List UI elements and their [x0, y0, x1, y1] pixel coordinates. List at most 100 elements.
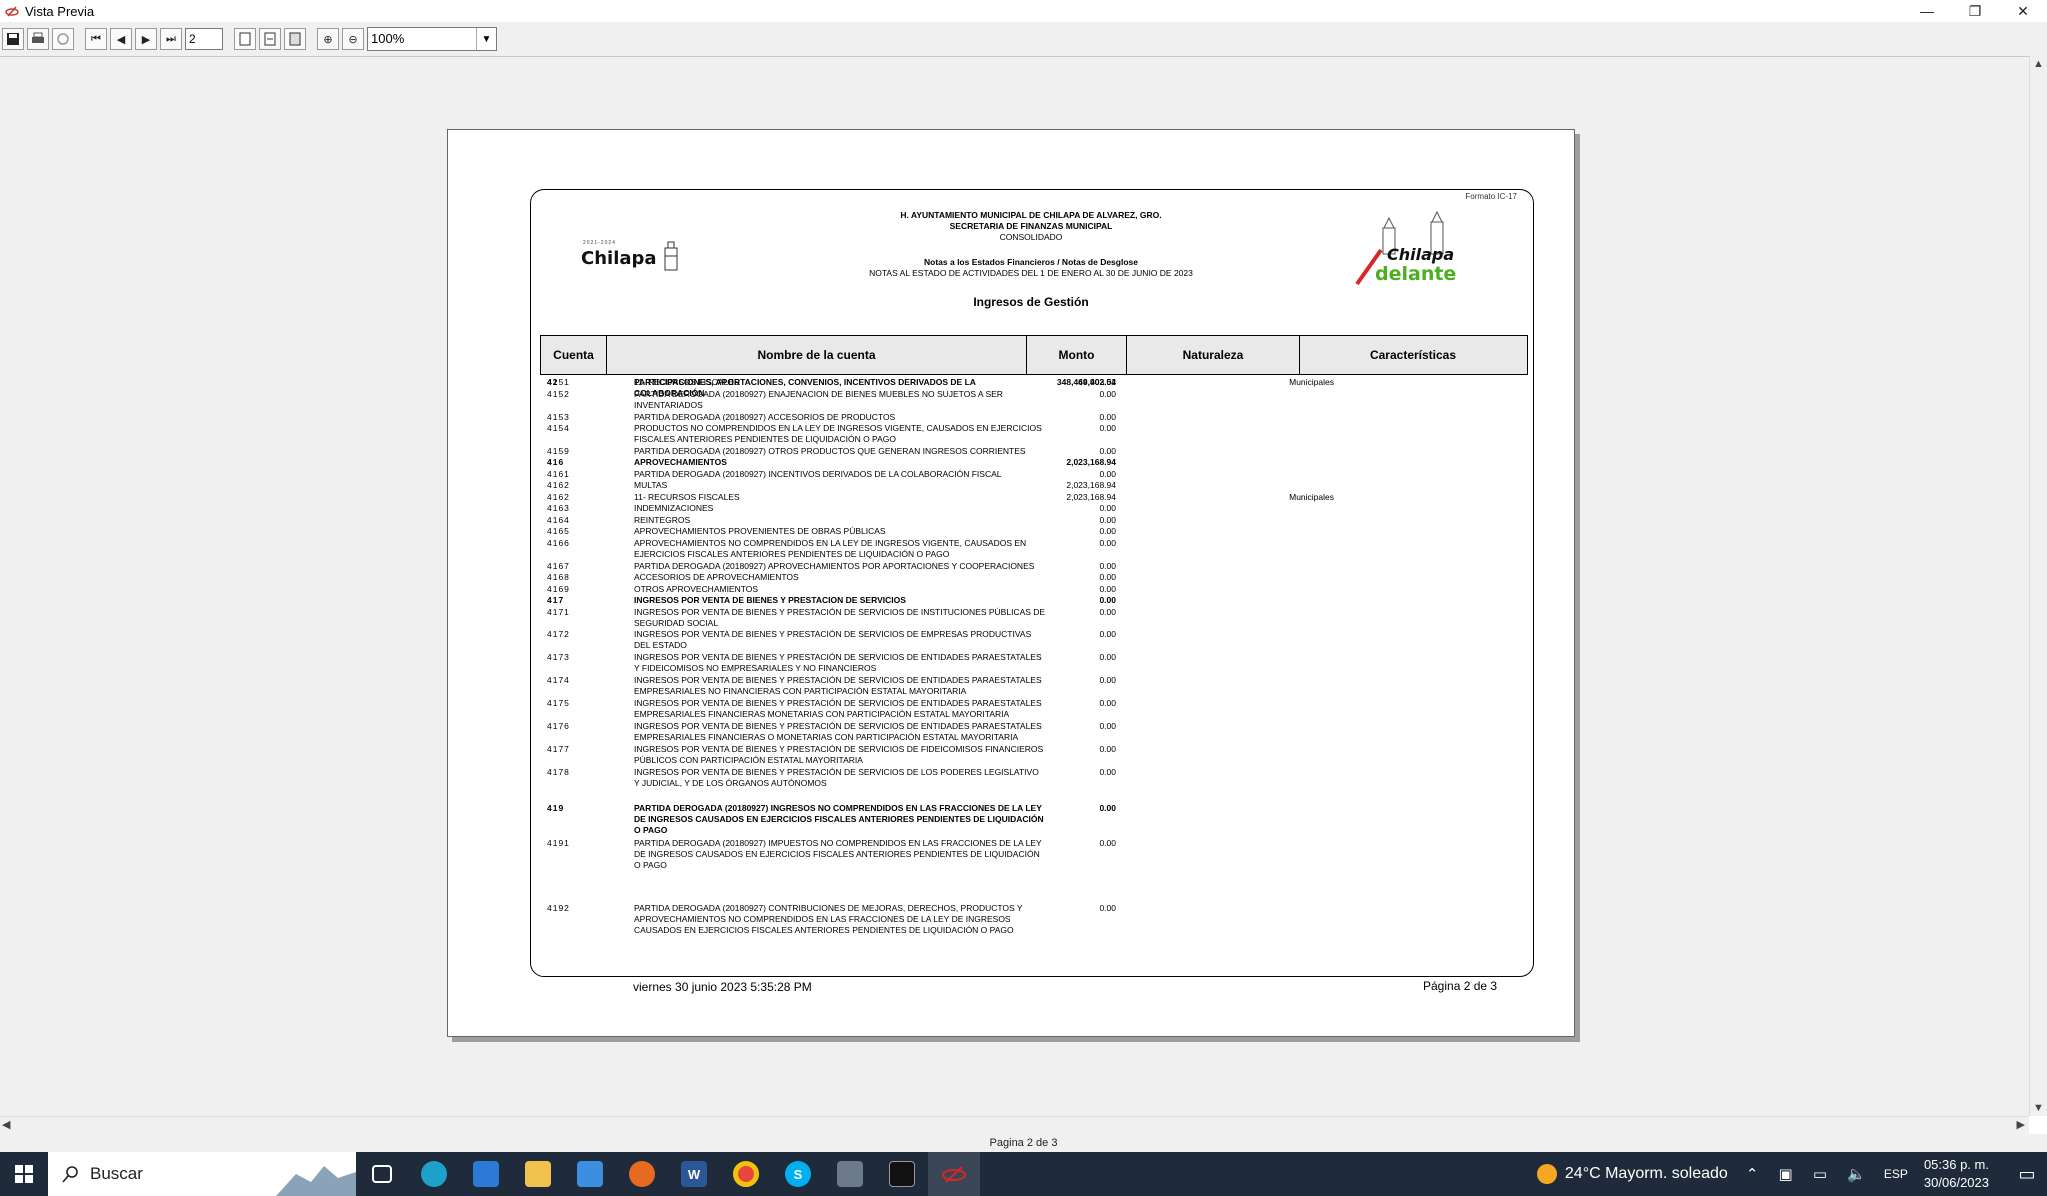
- section-title: Ingresos de Gestión: [973, 295, 1089, 309]
- cell-monto: 0.00: [1099, 515, 1116, 525]
- page-width-icon[interactable]: [259, 28, 281, 50]
- cell-nombre: INGRESOS POR VENTA DE BIENES Y PRESTACIO…: [634, 595, 906, 605]
- header-line-5: NOTAS AL ESTADO DE ACTIVIDADES DEL 1 DE …: [869, 268, 1193, 278]
- cell-monto: 0.00: [1099, 446, 1116, 456]
- cell-nombre: INGRESOS POR VENTA DE BIENES Y PRESTACIÓ…: [634, 652, 1042, 673]
- cell-cuenta: 4192: [547, 903, 570, 913]
- previous-page-icon[interactable]: ◀: [110, 28, 132, 50]
- cell-monto: 0.00: [1099, 572, 1116, 582]
- weather-widget[interactable]: 24°C Mayorm. soleado: [1536, 1164, 1728, 1184]
- cell-monto: 0.00: [1099, 903, 1116, 913]
- scroll-left-icon[interactable]: ◀: [2, 1118, 10, 1131]
- tray-icons[interactable]: ⌃ ▣ ▭ 🔈: [1746, 1165, 1874, 1183]
- cell-cuenta: 4174: [547, 675, 570, 685]
- refresh-icon[interactable]: [52, 28, 74, 50]
- print-date: viernes 30 junio 2023 5:35:28 PM: [633, 980, 812, 994]
- scroll-down-icon[interactable]: ▼: [2033, 1102, 2044, 1114]
- cell-cuenta: 42: [547, 377, 559, 387]
- close-button[interactable]: ✕: [1999, 0, 2047, 22]
- cell-nombre: INDEMNIZACIONES: [634, 503, 714, 513]
- cell-nombre: PARTIDA DEROGADA (20180927) INGRESOS NO …: [634, 803, 1044, 835]
- page-number-input[interactable]: 2: [185, 28, 223, 50]
- chrome-icon[interactable]: [720, 1152, 772, 1196]
- cell-nombre: INGRESOS POR VENTA DE BIENES Y PRESTACIÓ…: [634, 744, 1044, 765]
- next-page-icon[interactable]: ▶: [135, 28, 157, 50]
- svg-text:delante: delante: [1375, 263, 1456, 285]
- notifications-icon[interactable]: ▭: [2007, 1164, 2047, 1185]
- edge-icon[interactable]: [408, 1152, 460, 1196]
- restore-button[interactable]: ❐: [1951, 0, 1999, 22]
- column-header-caracteristicas: Características: [1369, 348, 1457, 362]
- taskbar-search-box[interactable]: Buscar: [48, 1152, 356, 1196]
- print-icon[interactable]: [27, 28, 49, 50]
- cell-nombre: APROVECHAMIENTOS PROVENIENTES DE OBRAS P…: [634, 526, 886, 536]
- cell-monto: 0.00: [1099, 595, 1116, 605]
- cell-cuenta: 419: [547, 803, 565, 813]
- zoom-select[interactable]: 100% ▼: [367, 27, 497, 51]
- cell-cuenta: 4175: [547, 698, 570, 708]
- vertical-scrollbar[interactable]: ▲ ▼: [2029, 56, 2047, 1116]
- cell-cuenta: 4162: [547, 480, 570, 490]
- cell-cuenta: 4178: [547, 767, 570, 777]
- print-preview-taskbar-icon[interactable]: [928, 1152, 980, 1196]
- firefox-icon[interactable]: [616, 1152, 668, 1196]
- cell-nombre: PARTIDA DEROGADA (20180927) INCENTIVOS D…: [634, 469, 1002, 479]
- cell-nombre: APROVECHAMIENTOS: [634, 457, 727, 467]
- single-page-icon[interactable]: [234, 28, 256, 50]
- cell-monto: 0.00: [1099, 503, 1116, 513]
- file-explorer-icon[interactable]: [512, 1152, 564, 1196]
- task-view-icon[interactable]: [356, 1152, 408, 1196]
- cell-monto: 0.00: [1099, 561, 1116, 571]
- zoom-out-icon[interactable]: ⊖: [342, 28, 364, 50]
- cell-cuenta: 416: [547, 457, 565, 467]
- cell-nombre: ACCESORIOS DE APROVECHAMIENTOS: [634, 572, 799, 582]
- search-highlight-image: [276, 1166, 356, 1196]
- column-header-cuenta: Cuenta: [541, 336, 607, 374]
- chilapa-adelante-logo: Chilapa delante: [1353, 208, 1473, 290]
- cell-nombre: INGRESOS POR VENTA DE BIENES Y PRESTACIÓ…: [634, 675, 1042, 696]
- cell-monto: 0.00: [1099, 526, 1116, 536]
- cell-cuenta: 4173: [547, 652, 570, 662]
- windows-start-icon[interactable]: [0, 1152, 48, 1196]
- save-icon[interactable]: [2, 28, 24, 50]
- cell-monto: 0.00: [1099, 584, 1116, 594]
- page-indicator: Página 2 de 3: [1423, 979, 1498, 993]
- cell-nombre: REINTEGROS: [634, 515, 691, 525]
- calculator-icon[interactable]: [824, 1152, 876, 1196]
- word-icon[interactable]: W: [668, 1152, 720, 1196]
- zoom-in-icon[interactable]: ⊕: [317, 28, 339, 50]
- cell-monto: 0.00: [1099, 744, 1116, 754]
- language-indicator[interactable]: ESP: [1884, 1167, 1908, 1181]
- skype-icon[interactable]: S: [772, 1152, 824, 1196]
- cell-nombre: APROVECHAMIENTOS NO COMPRENDIDOS EN LA L…: [634, 538, 1027, 559]
- cell-nombre: PARTIDA DEROGADA (20180927) CONTRIBUCION…: [634, 903, 1023, 935]
- full-page-icon[interactable]: [284, 28, 306, 50]
- logo-text: Chilapa: [581, 248, 657, 269]
- terminal-icon[interactable]: [876, 1152, 928, 1196]
- cell-monto: 0.00: [1099, 721, 1116, 731]
- taskbar: Buscar W S 24°C Mayorm. soleado ⌃ ▣ ▭ 🔈 …: [0, 1152, 2047, 1196]
- last-page-icon[interactable]: ⏭: [160, 28, 182, 50]
- cell-cuenta: 4176: [547, 721, 570, 731]
- cell-monto: 0.00: [1099, 698, 1116, 708]
- mail-icon[interactable]: [564, 1152, 616, 1196]
- clock[interactable]: 05:36 p. m. 30/06/2023: [1924, 1156, 1989, 1192]
- title-bar: Vista Previa — ❐ ✕: [0, 0, 2047, 22]
- cell-cuenta: 4159: [547, 446, 570, 456]
- cell-monto: 2,023,168.94: [1066, 492, 1116, 502]
- store-icon[interactable]: [460, 1152, 512, 1196]
- scroll-up-icon[interactable]: ▲: [2033, 58, 2044, 70]
- cell-cuenta: 4164: [547, 515, 570, 525]
- cell-cuenta: 4177: [547, 744, 570, 754]
- chevron-down-icon[interactable]: ▼: [476, 28, 496, 50]
- horizontal-scrollbar[interactable]: ◀ ▶: [0, 1116, 2029, 1134]
- logo-small-text: 2021-2024: [583, 240, 616, 246]
- cell-monto: 2,023,168.94: [1066, 480, 1116, 490]
- cell-nombre: PRODUCTOS NO COMPRENDIDOS EN LA LEY DE I…: [634, 423, 1042, 444]
- scroll-right-icon[interactable]: ▶: [2017, 1118, 2025, 1131]
- first-page-icon[interactable]: ⏮: [85, 28, 107, 50]
- cell-monto: 0.00: [1099, 423, 1116, 433]
- cell-cuenta: 4165: [547, 526, 570, 536]
- cell-nombre: PARTIDA DEROGADA (20180927) ACCESORIOS D…: [634, 412, 896, 422]
- minimize-button[interactable]: —: [1903, 0, 1951, 22]
